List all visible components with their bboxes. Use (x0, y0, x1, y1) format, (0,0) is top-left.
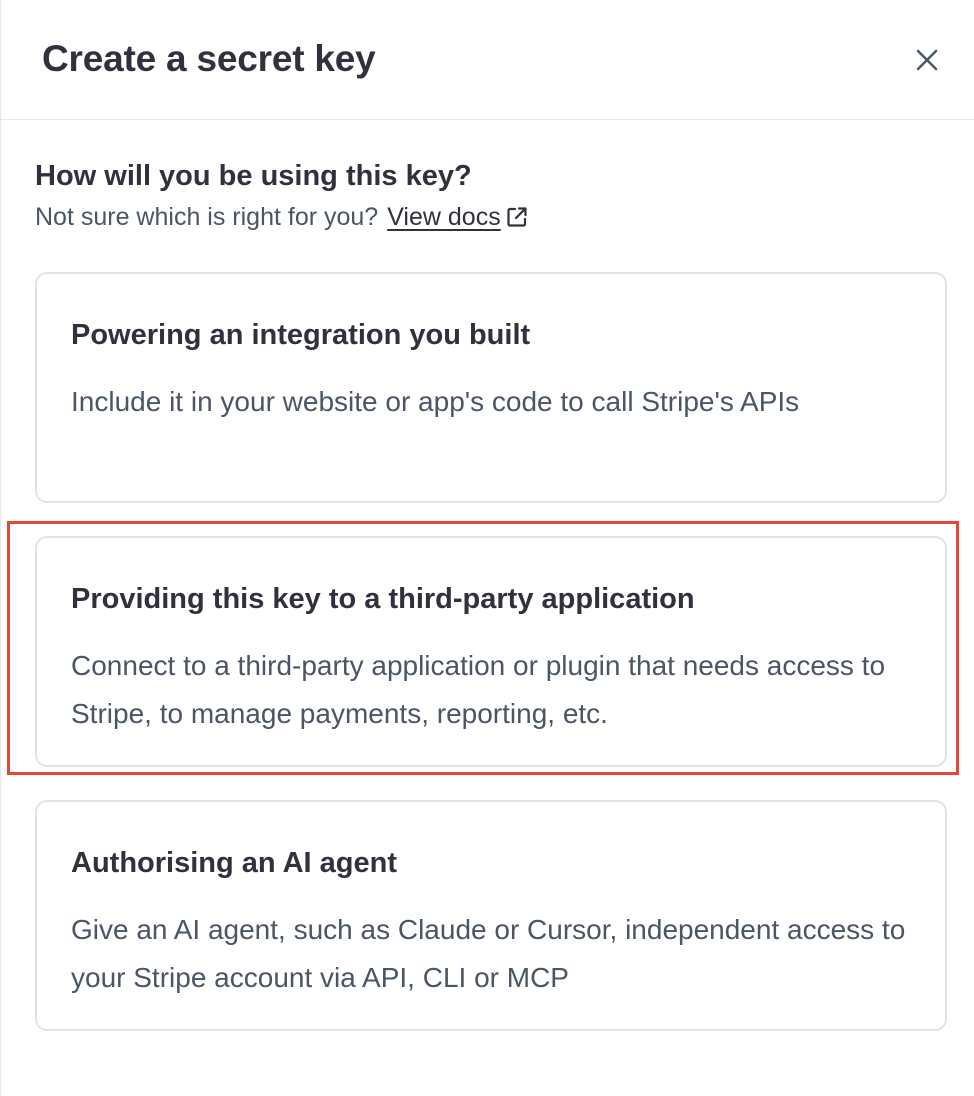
option-description: Connect to a third-party application or … (71, 650, 886, 729)
docs-helper-line: Not sure which is right for you? View do… (35, 201, 947, 233)
secret-key-dialog: Create a secret key How will you be usin… (0, 0, 974, 1096)
dialog-title: Create a secret key (42, 38, 376, 79)
key-usage-prompt: How will you be using this key? Not sure… (35, 157, 947, 233)
option-title: Authorising an AI agent (71, 847, 397, 879)
close-icon (916, 49, 938, 71)
option-title: Powering an integration you built (71, 319, 531, 351)
view-docs-link[interactable]: View docs (387, 201, 529, 233)
option-integration-card[interactable]: Powering an integration you built Includ… (35, 272, 947, 503)
option-description: Include it in your website or app's code… (71, 386, 800, 417)
close-button[interactable] (905, 38, 949, 82)
option-title: Providing this key to a third-party appl… (71, 583, 695, 615)
option-ai-agent-card[interactable]: Authorising an AI agent Give an AI agent… (35, 800, 947, 1031)
helper-text: Not sure which is right for you? (35, 203, 379, 231)
dialog-header: Create a secret key (1, 0, 974, 120)
usage-question: How will you be using this key? (35, 160, 472, 192)
external-link-icon (507, 207, 527, 227)
view-docs-label: View docs (387, 203, 501, 231)
option-description: Give an AI agent, such as Claude or Curs… (71, 914, 906, 993)
option-third-party-card[interactable]: Providing this key to a third-party appl… (35, 536, 947, 767)
